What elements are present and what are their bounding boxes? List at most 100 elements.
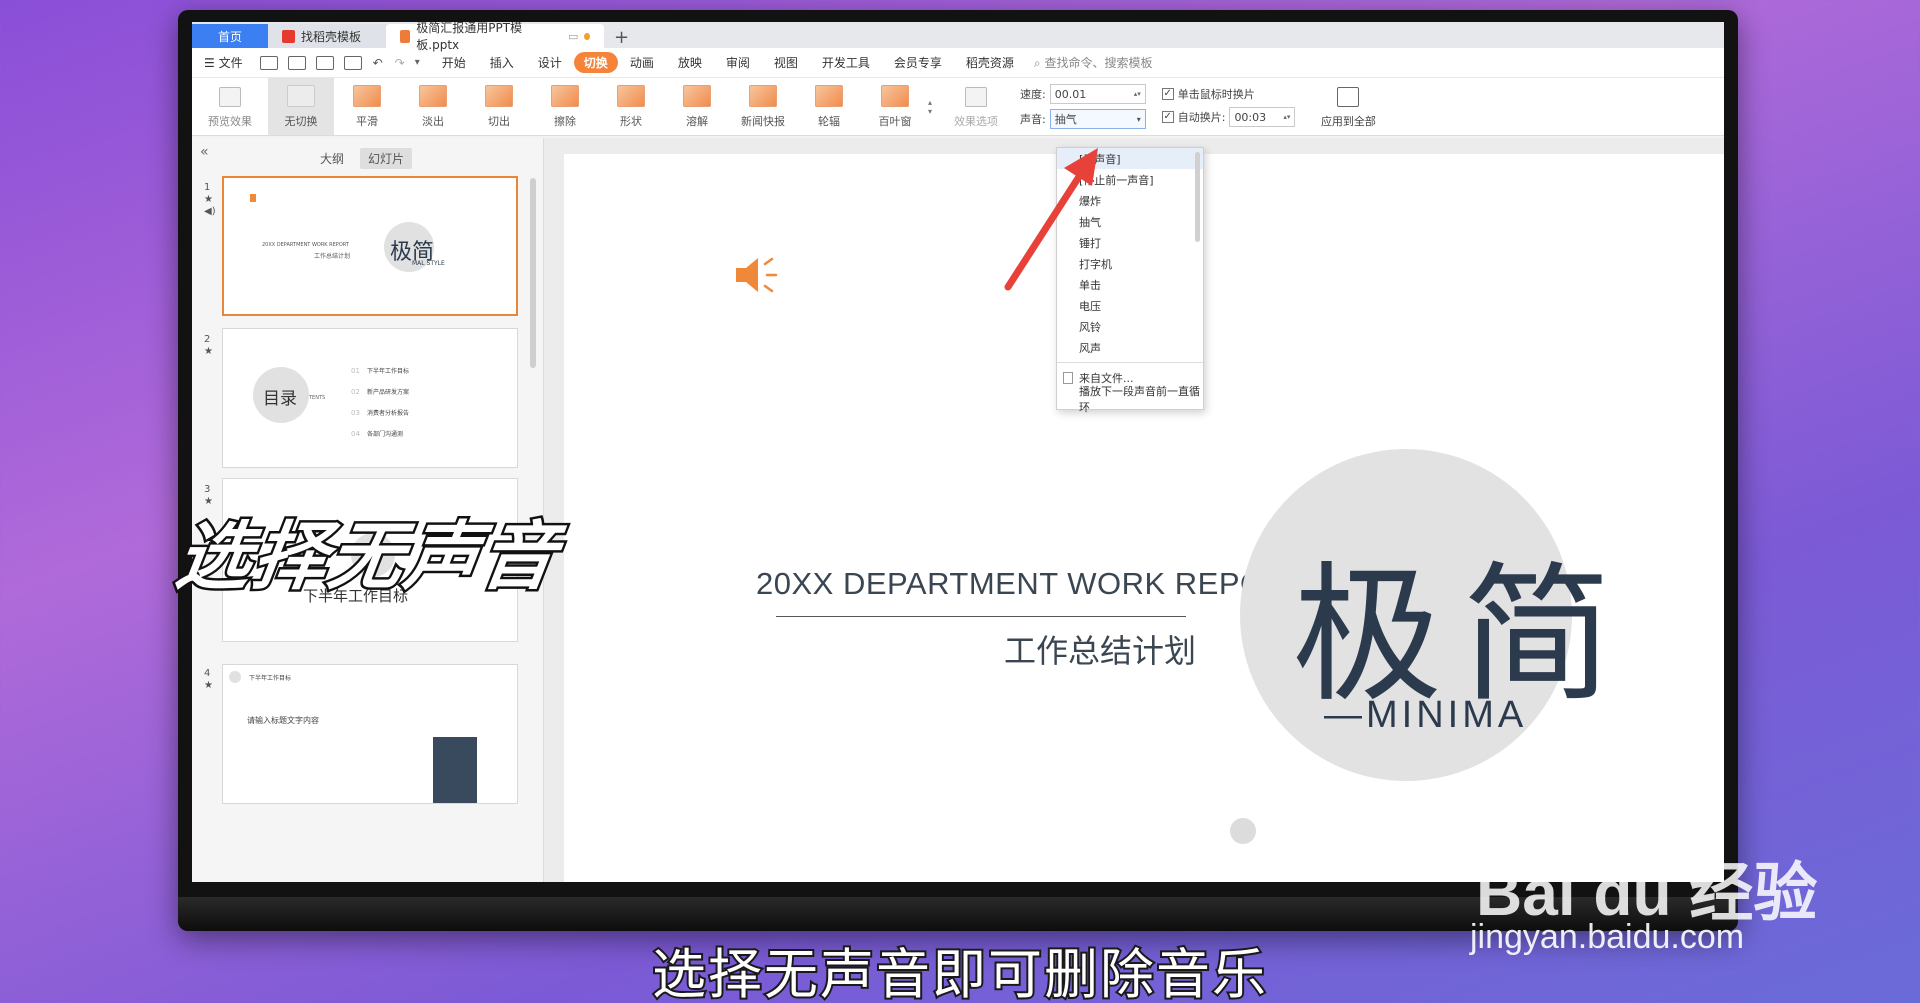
transition-wipe[interactable]: 擦除 bbox=[532, 78, 598, 135]
transition-ribbon: 预览效果 无切换 平滑 淡出 切出 擦除 形状 溶解 新闻快报 轮辐 百叶窗 ▴… bbox=[192, 78, 1724, 136]
file-menu[interactable]: ☰ 文件 bbox=[192, 54, 255, 71]
slide-number-1: 1 bbox=[204, 182, 211, 193]
advance-group: ✓ 单击鼠标时换片 ✓ 自动换片: 00:03 ▴▾ bbox=[1154, 78, 1304, 135]
effect-options-button[interactable]: 效果选项 bbox=[940, 78, 1012, 135]
sound-select[interactable]: 抽气 ▾ bbox=[1049, 109, 1146, 129]
sound-from-file[interactable]: 来自文件... bbox=[1057, 367, 1203, 388]
unsaved-dot-icon bbox=[584, 32, 590, 40]
tab-home[interactable]: 首页 bbox=[192, 24, 268, 48]
slide-thumb-1[interactable]: 极简 20XX DEPARTMENT WORK REPORT 工作总结计划 MA… bbox=[222, 176, 518, 316]
transition-label: 切出 bbox=[488, 115, 510, 128]
search-icon: ⌕ bbox=[1033, 56, 1041, 70]
sound-option-none[interactable]: [无声音] bbox=[1057, 148, 1203, 169]
slide1-en: 20XX DEPARTMENT WORK REPORT bbox=[262, 242, 349, 248]
title-divider bbox=[776, 616, 1186, 617]
search-box[interactable]: ⌕ 查找命令、搜索模板 bbox=[1034, 54, 1153, 71]
menu-insert[interactable]: 插入 bbox=[478, 54, 526, 71]
transition-shape[interactable]: 形状 bbox=[598, 78, 664, 135]
overlay-highlight-text: 选择无声音 bbox=[169, 512, 566, 603]
transition-label: 擦除 bbox=[554, 115, 576, 128]
sound-loop-option[interactable]: 播放下一段声音前一直循环 bbox=[1057, 385, 1203, 414]
menu-transition[interactable]: 切换 bbox=[573, 52, 618, 73]
effect-options-label: 效果选项 bbox=[954, 115, 998, 128]
gallery-scroll[interactable]: ▴ ▾ bbox=[928, 78, 940, 135]
sound-option-chime[interactable]: 风铃 bbox=[1057, 316, 1203, 337]
slide-number: 1 ★ ◀) bbox=[204, 182, 216, 218]
transition-label: 无切换 bbox=[284, 115, 318, 128]
monitor-icon[interactable]: ▭ bbox=[568, 30, 578, 43]
transition-dissolve-icon bbox=[683, 85, 711, 107]
transition-wheel[interactable]: 轮辐 bbox=[796, 78, 862, 135]
menu-view[interactable]: 视图 bbox=[762, 54, 810, 71]
spinner-icon[interactable]: ▴▾ bbox=[1134, 90, 1141, 98]
print-icon[interactable] bbox=[315, 55, 334, 70]
sound-option-click[interactable]: 单击 bbox=[1057, 274, 1203, 295]
transition-label: 形状 bbox=[620, 115, 642, 128]
animation-star-icon: ★ bbox=[204, 194, 213, 205]
spinner-icon[interactable]: ▴▾ bbox=[1283, 113, 1290, 121]
sound-option-breath[interactable]: 抽气 bbox=[1057, 211, 1203, 232]
app-window: 首页 找稻壳模板 极简汇报通用PPT模板.pptx ▭ + ☰ 文件 ↶ ↷ ▾ bbox=[192, 22, 1724, 882]
menu-developer[interactable]: 开发工具 bbox=[810, 54, 882, 71]
sound-option-explosion[interactable]: 爆炸 bbox=[1057, 190, 1203, 211]
transition-dissolve[interactable]: 溶解 bbox=[664, 78, 730, 135]
tab-bar: 首页 找稻壳模板 极简汇报通用PPT模板.pptx ▭ + bbox=[192, 22, 1724, 52]
menu-design[interactable]: 设计 bbox=[526, 54, 574, 71]
chevron-down-icon[interactable]: ▾ bbox=[1137, 115, 1141, 124]
menu-docer[interactable]: 稻壳资源 bbox=[954, 54, 1026, 71]
sound-value: 抽气 bbox=[1054, 113, 1077, 126]
dropdown-scrollbar[interactable] bbox=[1195, 152, 1200, 242]
apply-all-button[interactable]: 应用到全部 bbox=[1303, 78, 1393, 135]
collapse-panel-icon[interactable]: « bbox=[200, 144, 209, 160]
transition-cut[interactable]: 切出 bbox=[466, 78, 532, 135]
slide-thumb-2[interactable]: 目录 TENTS 01 02 03 04 下半年工作目标 新产品研发方案 消费者… bbox=[222, 328, 518, 468]
slide2-index: 04 bbox=[351, 430, 360, 438]
transition-label: 轮辐 bbox=[818, 115, 840, 128]
export-icon[interactable] bbox=[287, 55, 306, 70]
speed-input[interactable]: 00.01 ▴▾ bbox=[1049, 84, 1146, 104]
slide2-tents: TENTS bbox=[309, 395, 326, 401]
transition-fade[interactable]: 淡出 bbox=[400, 78, 466, 135]
tab-outline[interactable]: 大纲 bbox=[312, 148, 352, 169]
transition-smooth[interactable]: 平滑 bbox=[334, 78, 400, 135]
auto-advance-checkbox[interactable]: ✓ bbox=[1161, 111, 1174, 123]
chevron-down-icon[interactable]: ▾ bbox=[415, 57, 420, 68]
sound-option-wind[interactable]: 风声 bbox=[1057, 337, 1203, 358]
auto-advance-input[interactable]: 00:03 ▴▾ bbox=[1229, 107, 1296, 127]
preview-button[interactable]: 预览效果 bbox=[192, 78, 268, 135]
tab-document[interactable]: 极简汇报通用PPT模板.pptx ▭ bbox=[386, 22, 604, 52]
transition-newsflash[interactable]: 新闻快报 bbox=[730, 78, 796, 135]
new-tab-plus-icon[interactable]: + bbox=[604, 27, 639, 48]
speaker-icon[interactable] bbox=[732, 254, 780, 296]
menu-member[interactable]: 会员专享 bbox=[882, 54, 954, 71]
transition-blinds[interactable]: 百叶窗 bbox=[862, 78, 928, 135]
sound-option-typewriter[interactable]: 打字机 bbox=[1057, 253, 1203, 274]
menu-review[interactable]: 审阅 bbox=[714, 54, 762, 71]
tab-templates[interactable]: 找稻壳模板 bbox=[268, 24, 386, 48]
menu-slideshow[interactable]: 放映 bbox=[666, 54, 714, 71]
slide4-left-title: 请输入标题文字内容 bbox=[247, 716, 319, 725]
on-click-label: 单击鼠标时换片 bbox=[1177, 88, 1255, 101]
tab-slides[interactable]: 幻灯片 bbox=[360, 148, 413, 169]
transition-none[interactable]: 无切换 bbox=[268, 78, 334, 135]
save-icon[interactable] bbox=[259, 55, 278, 70]
sound-option-stop[interactable]: [停止前一声音] bbox=[1057, 169, 1203, 190]
on-click-checkbox[interactable]: ✓ bbox=[1161, 88, 1174, 100]
print-preview-icon[interactable] bbox=[343, 55, 362, 70]
apply-all-label: 应用到全部 bbox=[1320, 115, 1376, 128]
redo-icon[interactable]: ↷ bbox=[395, 56, 405, 70]
menu-start[interactable]: 开始 bbox=[430, 54, 478, 71]
file-menu-label: 文件 bbox=[218, 56, 243, 70]
sound-option-voltage[interactable]: 电压 bbox=[1057, 295, 1203, 316]
speaker-small-icon bbox=[250, 194, 256, 202]
slide-title-en: 20XX DEPARTMENT WORK REPORT bbox=[756, 566, 1307, 601]
preview-icon bbox=[219, 87, 241, 107]
sound-option-hammer[interactable]: 锤打 bbox=[1057, 232, 1203, 253]
transition-newsflash-icon bbox=[749, 85, 777, 107]
menu-animation[interactable]: 动画 bbox=[618, 54, 666, 71]
preview-label: 预览效果 bbox=[208, 115, 252, 128]
undo-icon[interactable]: ↶ bbox=[373, 56, 383, 70]
slide-thumb-4[interactable]: 下半年工作目标 请输入标题文字内容 bbox=[222, 664, 518, 804]
dropdown-divider bbox=[1057, 362, 1203, 363]
slides-scrollbar[interactable] bbox=[530, 178, 536, 368]
